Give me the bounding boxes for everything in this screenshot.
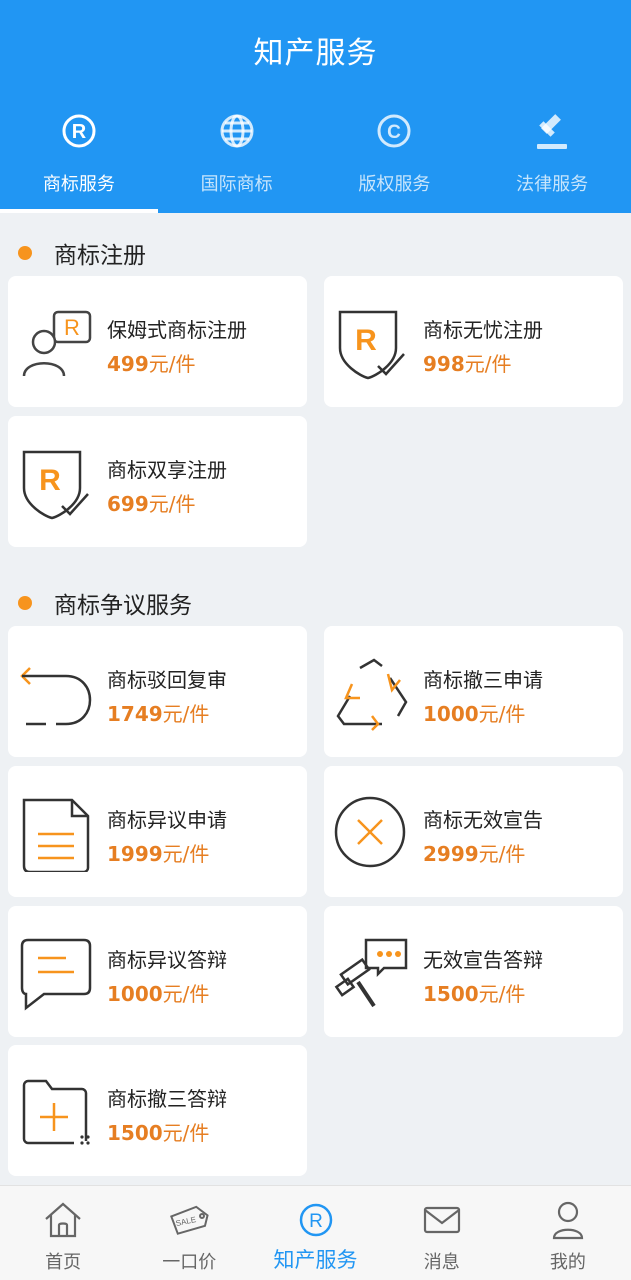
card-name: 商标异议申请	[107, 808, 227, 832]
card-dual-registration[interactable]: R 商标双享注册 699元/件	[8, 416, 307, 547]
registered-icon: R	[58, 110, 100, 152]
card-price: 1749元/件	[107, 702, 210, 726]
card-price: 1500元/件	[423, 982, 526, 1006]
card-price: 1000元/件	[107, 982, 210, 1006]
card-invalidation-declaration[interactable]: 商标无效宣告 2999元/件	[324, 766, 623, 897]
card-price: 1000元/件	[423, 702, 526, 726]
card-non-use-reply[interactable]: 商标撤三答辩 1500元/件	[8, 1045, 307, 1176]
recycle-icon	[332, 654, 410, 732]
globe-icon	[216, 110, 258, 152]
card-rejection-review[interactable]: 商标驳回复审 1749元/件	[8, 626, 307, 757]
app-header: 知产服务 R 商标服务 国际商标 C 版权服务 法律服务	[0, 0, 631, 213]
svg-text:R: R	[355, 324, 377, 357]
bullet-dot	[18, 596, 32, 610]
card-invalidation-reply[interactable]: 无效宣告答辩 1500元/件	[324, 906, 623, 1037]
card-price: 499元/件	[107, 352, 196, 376]
card-name: 商标撤三答辩	[107, 1087, 227, 1111]
tab-copyright-service[interactable]: C 版权服务	[316, 106, 474, 213]
folder-plus-icon	[16, 1073, 94, 1151]
page-title: 知产服务	[253, 36, 378, 71]
card-price: 998元/件	[423, 352, 512, 376]
cancel-circle-icon	[332, 794, 410, 872]
document-icon	[16, 794, 94, 874]
service-tabs: R 商标服务 国际商标 C 版权服务 法律服务	[0, 106, 631, 213]
card-name: 无效宣告答辩	[423, 948, 543, 972]
gavel-icon	[531, 110, 573, 152]
svg-text:R: R	[39, 464, 61, 497]
tab-legal-service[interactable]: 法律服务	[473, 106, 631, 213]
card-worry-free-registration[interactable]: R 商标无忧注册 998元/件	[324, 276, 623, 407]
registered-icon: R	[294, 1198, 338, 1242]
bottom-navigation: 首页 SALE 一口价 R 知产服务 消息 我的	[0, 1185, 631, 1280]
gavel-chat-icon	[332, 934, 410, 1012]
sale-tag-icon: SALE	[167, 1198, 211, 1242]
card-name: 保姆式商标注册	[107, 318, 247, 342]
home-icon	[41, 1198, 85, 1242]
card-price: 1500元/件	[107, 1121, 210, 1145]
section-trademark-dispute: 商标争议服务	[18, 586, 192, 620]
section-title: 商标争议服务	[54, 593, 192, 619]
tab-label: 版权服务	[358, 174, 431, 195]
nav-label: 知产服务	[273, 1248, 358, 1272]
tab-international-trademark[interactable]: 国际商标	[158, 106, 316, 213]
nav-ip-service[interactable]: R 知产服务	[252, 1186, 378, 1280]
tab-label: 商标服务	[42, 174, 115, 195]
card-name: 商标驳回复审	[107, 668, 227, 692]
return-arrow-icon	[16, 654, 94, 732]
svg-text:SALE: SALE	[175, 1215, 197, 1228]
svg-text:R: R	[64, 315, 80, 340]
card-name: 商标双享注册	[107, 458, 227, 482]
nav-profile[interactable]: 我的	[505, 1186, 631, 1280]
section-title: 商标注册	[54, 243, 146, 269]
tab-label: 国际商标	[200, 174, 273, 195]
svg-text:C: C	[388, 122, 402, 143]
card-opposition-application[interactable]: 商标异议申请 1999元/件	[8, 766, 307, 897]
svg-text:R: R	[309, 1211, 323, 1232]
card-name: 商标撤三申请	[423, 668, 543, 692]
card-price: 1999元/件	[107, 842, 210, 866]
nav-label: 我的	[549, 1252, 586, 1273]
chat-bubble-icon	[16, 934, 94, 1012]
nav-label: 首页	[45, 1252, 82, 1273]
nav-label: 消息	[423, 1252, 460, 1273]
card-price: 699元/件	[107, 492, 196, 516]
card-nanny-registration[interactable]: R 保姆式商标注册 499元/件	[8, 276, 307, 407]
card-name: 商标无效宣告	[423, 808, 543, 832]
svg-text:R: R	[72, 121, 87, 143]
card-opposition-reply[interactable]: 商标异议答辩 1000元/件	[8, 906, 307, 1037]
shield-r-icon: R	[332, 304, 410, 382]
nav-fixed-price[interactable]: SALE 一口价	[126, 1186, 252, 1280]
copyright-icon: C	[373, 110, 415, 152]
user-icon	[546, 1198, 590, 1242]
bullet-dot	[18, 246, 32, 260]
card-name: 商标异议答辩	[107, 948, 227, 972]
tab-trademark-service[interactable]: R 商标服务	[0, 106, 158, 213]
card-non-use-cancellation[interactable]: 商标撤三申请 1000元/件	[324, 626, 623, 757]
section-trademark-registration: 商标注册	[18, 236, 146, 270]
person-r-icon: R	[16, 304, 94, 382]
tab-label: 法律服务	[516, 174, 589, 195]
nav-home[interactable]: 首页	[0, 1186, 126, 1280]
nav-label: 一口价	[162, 1252, 217, 1273]
card-price: 2999元/件	[423, 842, 526, 866]
mail-icon	[420, 1198, 464, 1242]
shield-r-icon: R	[16, 444, 94, 522]
card-name: 商标无忧注册	[423, 318, 543, 342]
nav-messages[interactable]: 消息	[379, 1186, 505, 1280]
